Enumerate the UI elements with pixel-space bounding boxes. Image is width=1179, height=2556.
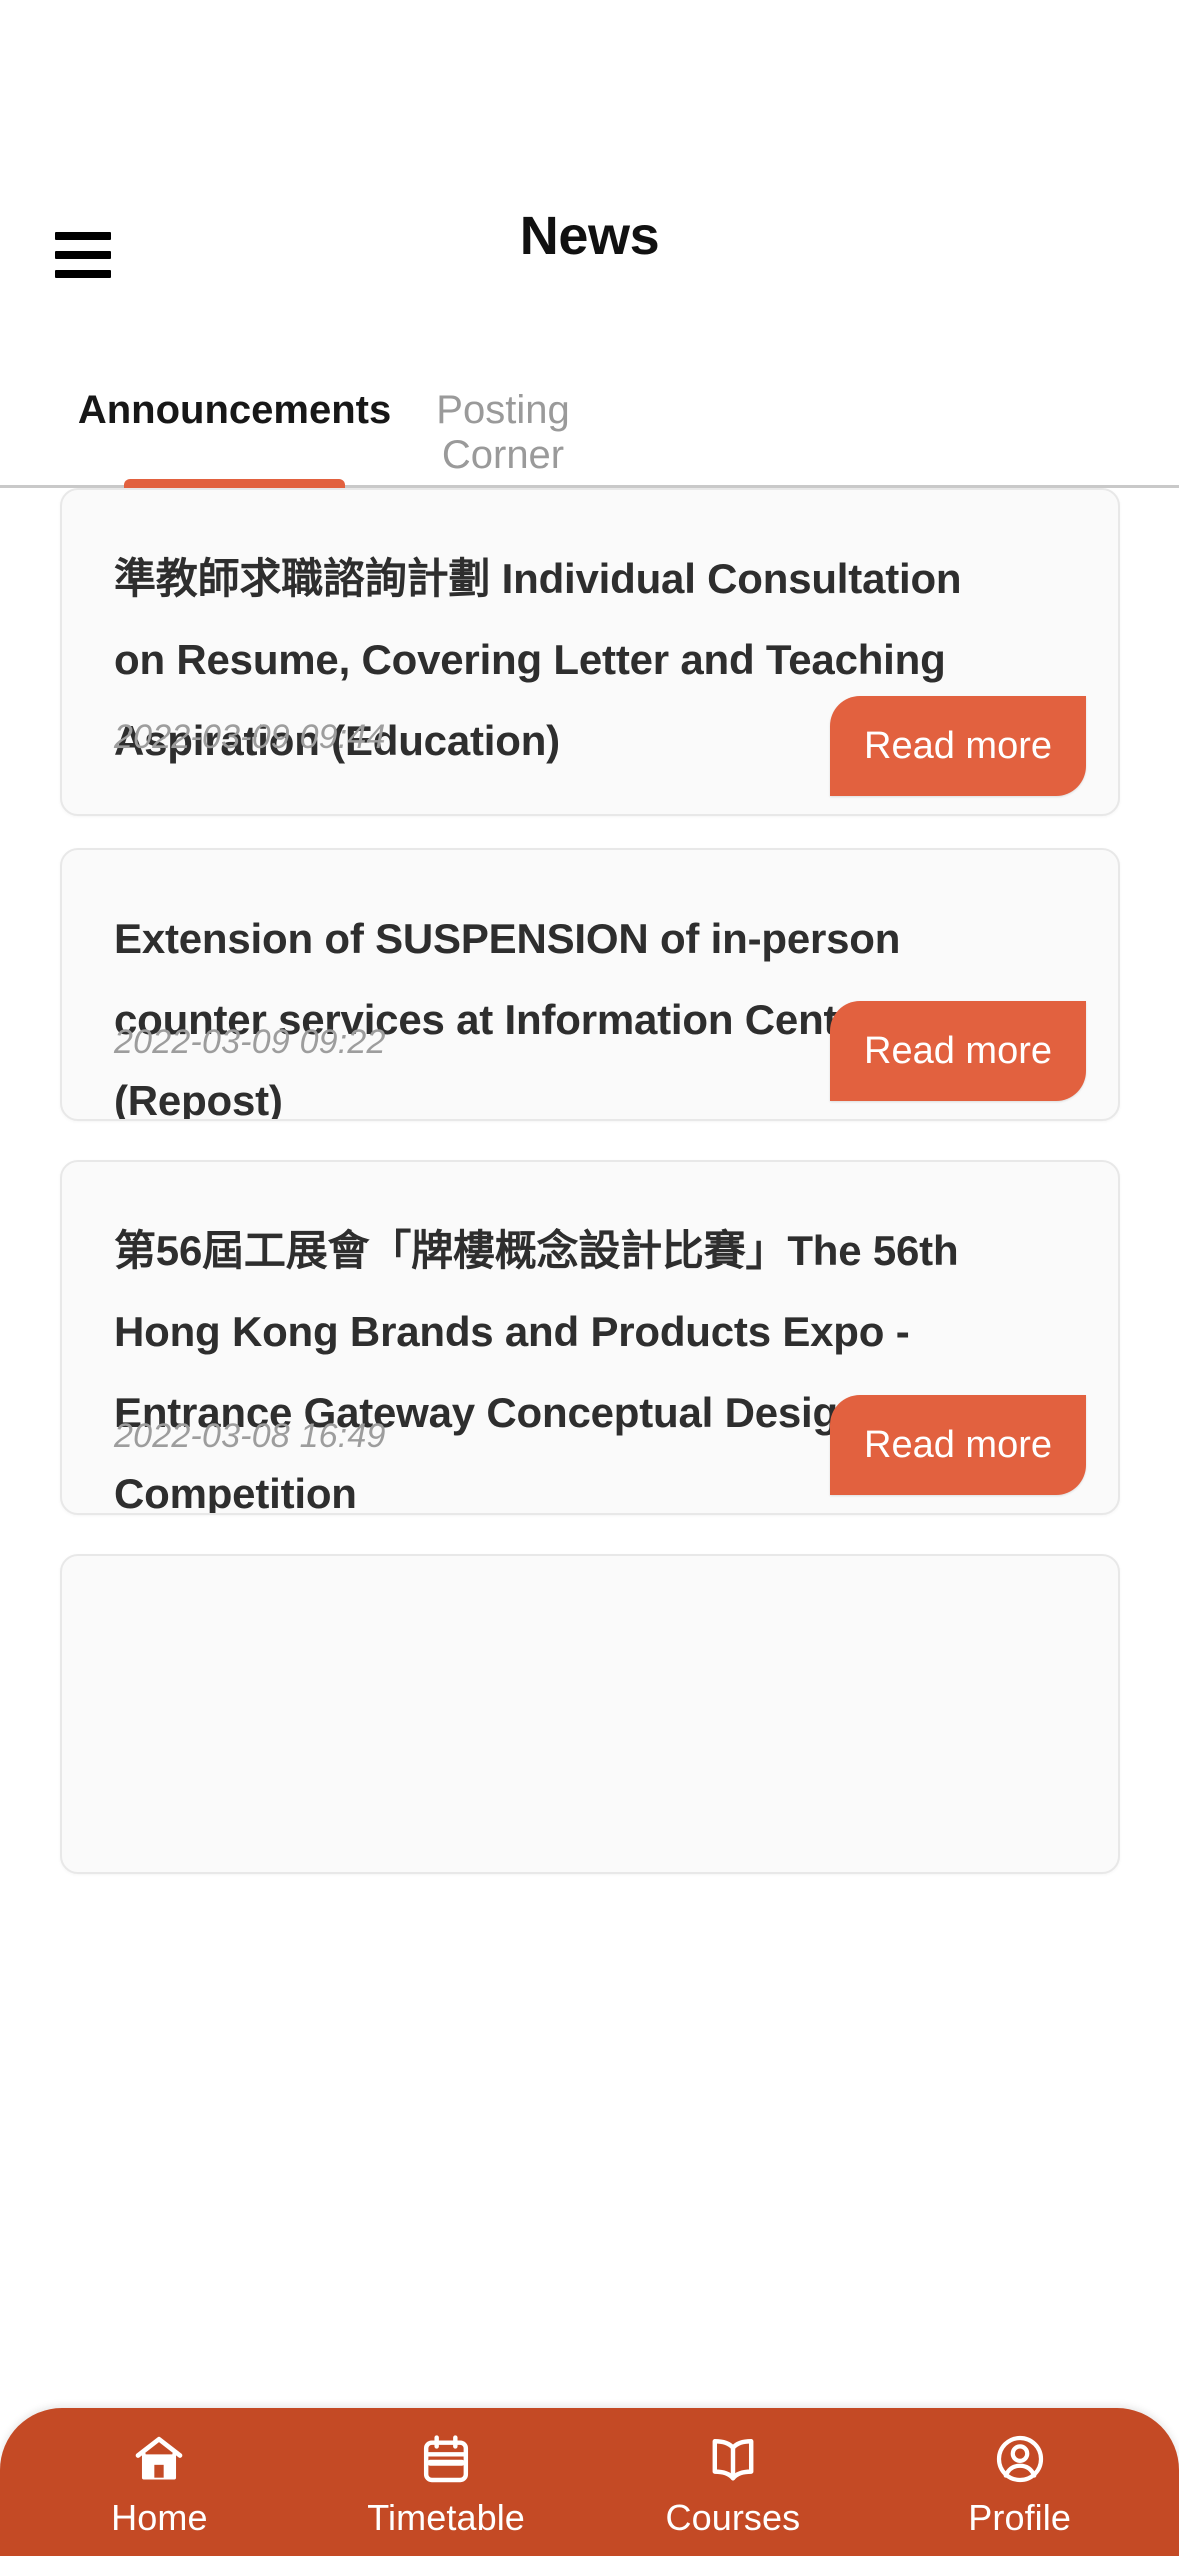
announcement-card[interactable]: 第56屆工展會「牌樓概念設計比賽」The 56th Hong Kong Bran… [60, 1160, 1120, 1515]
tab-announcements[interactable]: Announcements [78, 360, 391, 488]
nav-item-home[interactable]: Home [16, 2425, 303, 2539]
read-more-button[interactable]: Read more [830, 1395, 1086, 1495]
announcement-date: 2022-03-08 16:49 [114, 1417, 386, 1455]
menu-bar-bottom [55, 270, 111, 278]
announcement-card[interactable]: 準教師求職諮詢計劃 Individual Consultation on Res… [60, 488, 1120, 816]
nav-item-timetable[interactable]: Timetable [303, 2425, 590, 2539]
tab-bar: Announcements Posting Corner [0, 360, 1179, 488]
app-screen: News Announcements Posting Corner 準教師求職諮… [0, 0, 1179, 2556]
active-tab-indicator [124, 479, 345, 488]
user-circle-icon [992, 2431, 1048, 2487]
read-more-button[interactable]: Read more [830, 1001, 1086, 1101]
tab-posting-corner[interactable]: Posting Corner [402, 360, 604, 488]
announcement-card[interactable] [60, 1554, 1120, 1874]
nav-label-timetable: Timetable [367, 2497, 525, 2538]
nav-label-profile: Profile [968, 2497, 1071, 2538]
calendar-icon [418, 2431, 474, 2487]
announcement-footer: 2022-03-08 16:49 Read more [62, 1395, 1118, 1513]
announcement-footer: 2022-03-09 09:44 Read more [62, 696, 1118, 814]
announcement-footer: 2022-03-09 09:22 Read more [62, 1001, 1118, 1119]
announcement-list[interactable]: 準教師求職諮詢計劃 Individual Consultation on Res… [0, 488, 1179, 2556]
book-icon [705, 2431, 761, 2487]
announcement-card[interactable]: Extension of SUSPENSION of in-person cou… [60, 848, 1120, 1121]
app-header: News [0, 0, 1179, 355]
bottom-navigation-bar: Home Timetable Courses Profile [0, 2408, 1179, 2556]
nav-label-courses: Courses [665, 2497, 801, 2538]
page-title: News [519, 206, 660, 266]
read-more-button[interactable]: Read more [830, 696, 1086, 796]
nav-item-profile[interactable]: Profile [876, 2425, 1163, 2539]
announcement-date: 2022-03-09 09:22 [114, 1023, 386, 1061]
nav-label-home: Home [111, 2497, 208, 2538]
nav-item-courses[interactable]: Courses [590, 2425, 877, 2539]
home-icon [131, 2431, 187, 2487]
announcement-date: 2022-03-09 09:44 [114, 718, 386, 756]
